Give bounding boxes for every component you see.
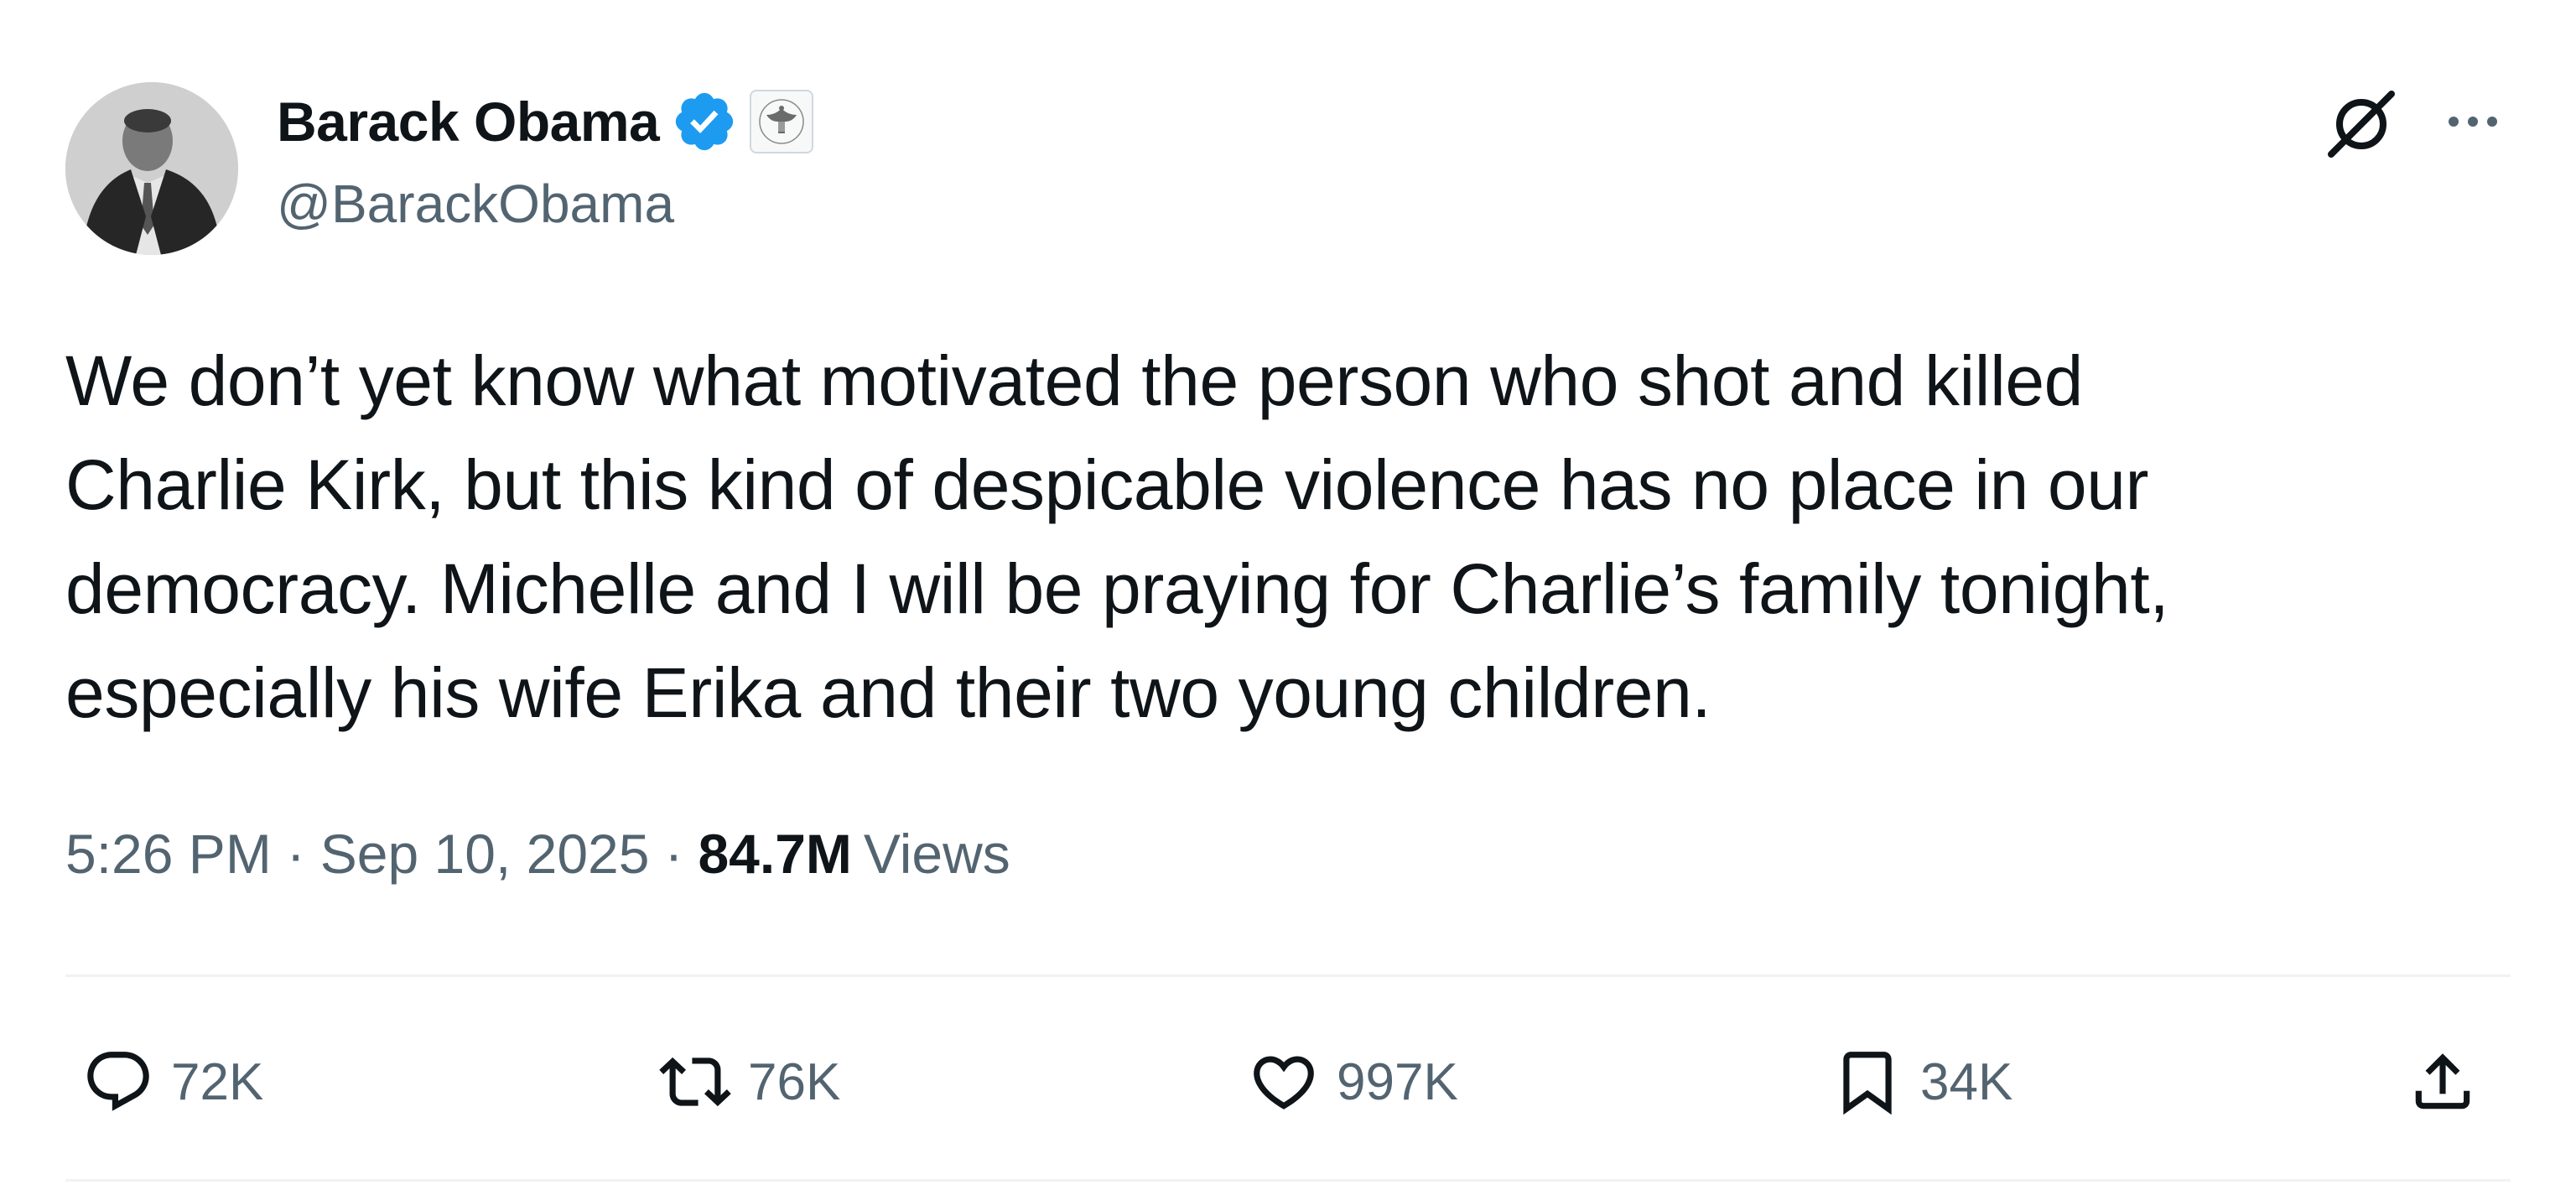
tweet-time[interactable]: 5:26 PM — [65, 822, 272, 886]
tweet-meta: 5:26 PM · Sep 10, 2025 · 84.7M Views — [65, 822, 1010, 886]
verified-badge-icon[interactable] — [671, 88, 738, 155]
reply-count: 72K — [171, 1052, 264, 1111]
author-name-row: Barack Obama — [277, 84, 814, 159]
tweet: Barack Obama @BarackObama We don’t yet k… — [0, 0, 2576, 1190]
divider — [65, 974, 2511, 977]
share-button[interactable] — [2407, 1032, 2479, 1132]
like-count: 997K — [1337, 1052, 1458, 1111]
bookmark-count: 34K — [1920, 1052, 2013, 1111]
bookmark-button[interactable]: 34K — [1831, 1032, 2012, 1132]
affiliation-badge[interactable] — [750, 90, 814, 153]
tweet-date[interactable]: Sep 10, 2025 — [320, 822, 650, 886]
bookmark-icon — [1843, 1052, 1892, 1115]
views-label[interactable]: Views — [852, 822, 1010, 886]
views-count[interactable]: 84.7M — [698, 822, 851, 886]
avatar[interactable] — [65, 82, 238, 255]
action-bar: 72K 76K 997K 34K — [0, 1032, 2576, 1132]
repost-button[interactable]: 76K — [659, 1032, 840, 1132]
grok-icon[interactable] — [2321, 82, 2402, 163]
share-icon — [2415, 1053, 2470, 1109]
repost-count: 76K — [748, 1052, 841, 1111]
tweet-text-line: Charlie Kirk, but this kind of despicabl… — [65, 445, 2149, 524]
heart-icon — [1254, 1056, 1314, 1109]
repost-icon — [659, 1057, 731, 1107]
divider — [65, 1179, 2511, 1182]
meta-separator: · — [286, 823, 305, 885]
more-options-icon[interactable] — [2437, 92, 2509, 151]
tweet-text-line: We don’t yet know what motivated the per… — [65, 341, 2083, 420]
reply-icon — [87, 1052, 149, 1111]
tweet-text: We don’t yet know what motivated the per… — [65, 329, 2514, 745]
avatar-image — [65, 82, 238, 255]
author-handle[interactable]: @BarackObama — [277, 173, 674, 235]
tweet-text-line: especially his wife Erika and their two … — [65, 653, 1711, 732]
like-button[interactable]: 997K — [1248, 1032, 1458, 1132]
meta-separator: · — [664, 823, 683, 885]
display-name[interactable]: Barack Obama — [277, 90, 660, 153]
us-presidential-seal-icon — [759, 99, 805, 144]
tweet-text-line: democracy. Michelle and I will be prayin… — [65, 549, 2169, 628]
reply-button[interactable]: 72K — [82, 1032, 263, 1132]
